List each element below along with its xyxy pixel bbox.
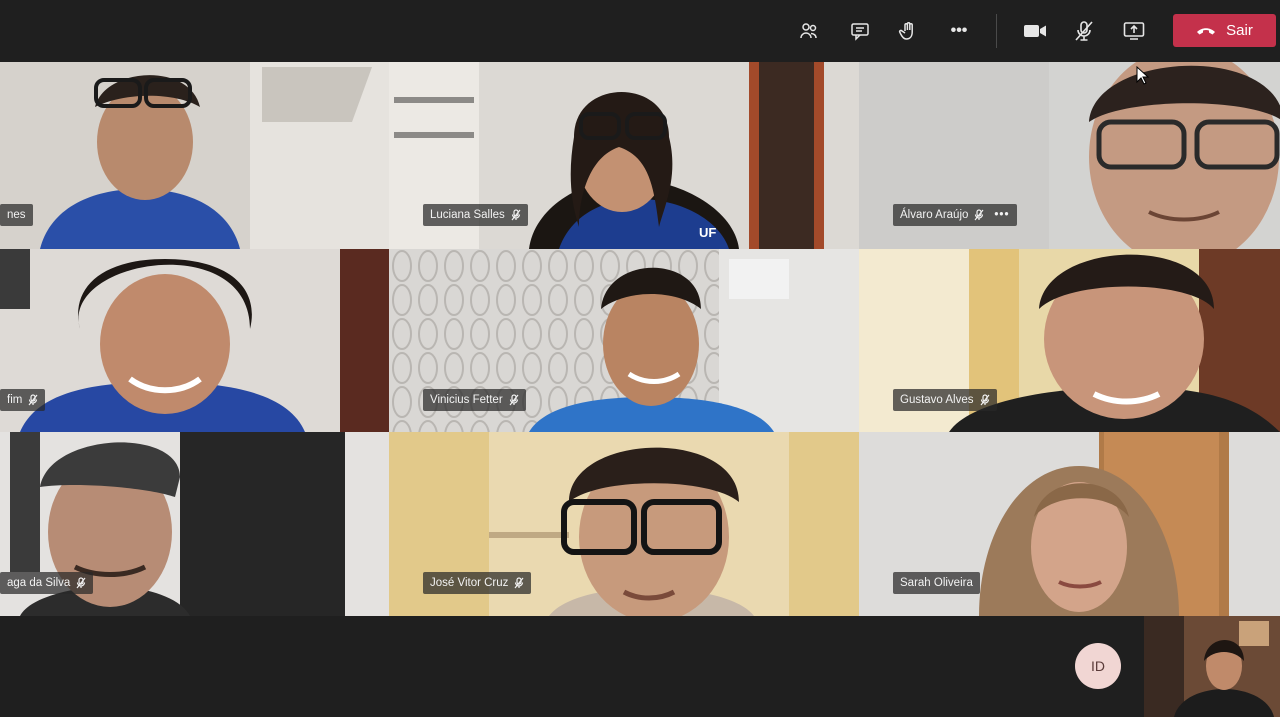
participant-name: nes: [7, 209, 26, 221]
participant-name-tag: José Vitor Cruz: [423, 572, 532, 594]
mic-muted-icon: [509, 394, 519, 406]
mic-muted-icon: [511, 209, 521, 221]
participant-name-tag: Luciana Salles: [423, 204, 528, 226]
mic-muted-icon: [980, 394, 990, 406]
participant-name: Vinicius Fetter: [430, 394, 503, 406]
video-tile[interactable]: aga da Silva: [0, 432, 389, 616]
participant-name: Luciana Salles: [430, 209, 505, 221]
more-options-label: •••: [950, 22, 968, 39]
participant-name-tag: aga da Silva: [0, 572, 94, 594]
participant-name: Álvaro Araújo: [900, 209, 969, 221]
leave-label: Sair: [1226, 22, 1253, 39]
participant-video: [0, 249, 389, 432]
mic-muted-icon: [76, 577, 86, 589]
self-view-scene: [1144, 616, 1280, 717]
video-tile[interactable]: Álvaro Araújo •••: [859, 62, 1280, 249]
avatar-initials: ID: [1091, 658, 1105, 674]
participant-name-tag: Vinicius Fetter: [423, 389, 526, 411]
video-tile[interactable]: fim: [0, 249, 389, 432]
mouse-cursor-icon: [1136, 66, 1150, 85]
leave-button[interactable]: Sair: [1173, 14, 1276, 47]
participant-more-icon[interactable]: •••: [994, 209, 1009, 221]
raise-hand-icon[interactable]: [893, 16, 923, 46]
phone-hangup-icon: [1197, 27, 1216, 34]
video-grid: nes UF Luciana Salles Álvaro Araújo ••• …: [0, 62, 1280, 616]
mic-muted-icon: [974, 209, 984, 221]
participant-name: fim: [7, 394, 23, 406]
participant-video: [0, 62, 389, 249]
self-view-video[interactable]: [1144, 616, 1280, 717]
share-screen-icon[interactable]: [1119, 16, 1149, 46]
participant-name-tag: Gustavo Alves: [893, 389, 997, 411]
meeting-toolbar: ••• Sair: [0, 0, 1280, 62]
participant-name: Sarah Oliveira: [900, 577, 973, 589]
video-tile[interactable]: nes: [0, 62, 389, 249]
more-options-icon[interactable]: •••: [944, 16, 974, 46]
participant-name: Gustavo Alves: [900, 394, 974, 406]
participant-name-tag: Álvaro Araújo •••: [893, 204, 1017, 226]
camera-icon[interactable]: [1020, 16, 1050, 46]
avatar[interactable]: ID: [1075, 643, 1121, 689]
participant-name: aga da Silva: [7, 577, 71, 589]
participant-name-tag: fim: [0, 389, 46, 411]
participant-name-tag: Sarah Oliveira: [893, 572, 980, 594]
shirt-text: UF: [699, 225, 716, 240]
toolbar-divider: [996, 14, 997, 48]
video-tile[interactable]: UF Luciana Salles: [389, 62, 859, 249]
mic-off-icon[interactable]: [1069, 16, 1099, 46]
mic-muted-icon: [28, 394, 38, 406]
video-tile[interactable]: Vinicius Fetter: [389, 249, 859, 432]
participants-icon[interactable]: [794, 16, 824, 46]
mic-muted-icon: [514, 577, 524, 589]
participant-name-tag: nes: [0, 204, 33, 226]
video-tile[interactable]: Sarah Oliveira: [859, 432, 1280, 616]
video-tile[interactable]: José Vitor Cruz: [389, 432, 859, 616]
video-tile[interactable]: Gustavo Alves: [859, 249, 1280, 432]
chat-icon[interactable]: [845, 16, 875, 46]
participant-name: José Vitor Cruz: [430, 577, 509, 589]
